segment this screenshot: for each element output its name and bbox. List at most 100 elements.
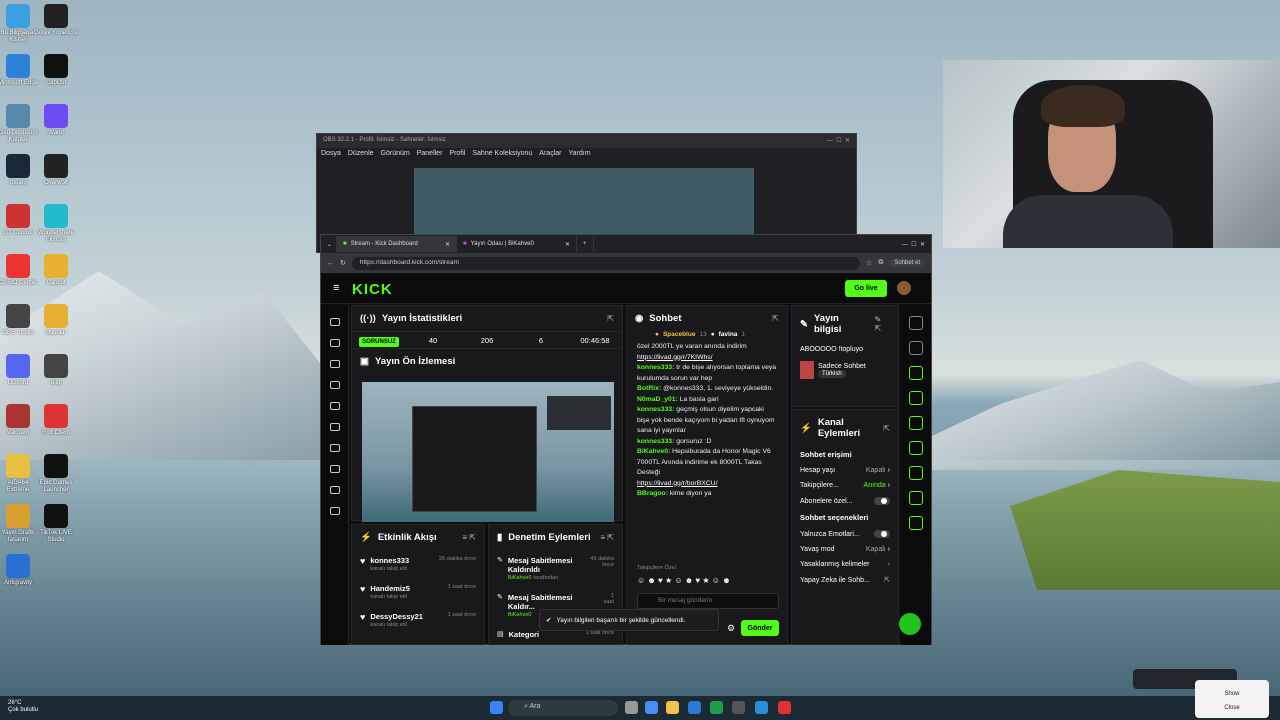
chat-username[interactable]: BotRix: (637, 385, 663, 392)
clipboard-icon[interactable] (909, 416, 923, 430)
chat-username[interactable]: BBragoo: (637, 490, 670, 497)
sidebar-link-icon[interactable] (329, 339, 340, 347)
pinned-user[interactable]: favina (719, 331, 738, 338)
obs-menu-item[interactable]: Sahne Koleksiyonu (472, 150, 532, 160)
chat-username[interactable]: BiKahve0: (637, 448, 672, 455)
sidebar-trophy-icon[interactable] (329, 402, 340, 410)
desktop-icon[interactable]: Wondershare Filmora (34, 204, 78, 244)
desktop-icon[interactable]: Wand (34, 104, 78, 137)
desktop-icon[interactable]: Capcut (34, 254, 78, 287)
right-sidebar[interactable] (901, 305, 931, 645)
obs-menu-item[interactable]: Düzenle (348, 150, 374, 160)
copilot-button[interactable]: Sohbet et (889, 259, 925, 267)
stream-preview[interactable] (362, 382, 614, 522)
sidebar-grid-icon[interactable] (329, 381, 340, 389)
show-option[interactable]: Show (1195, 687, 1269, 701)
obs-menu-item[interactable]: Yardım (568, 150, 590, 160)
filter-icon[interactable]: ≡ ⇱ (462, 533, 476, 542)
edge-icon[interactable] (755, 701, 768, 714)
task-view-icon[interactable] (625, 701, 638, 714)
desktop-icon[interactable]: Bilgi (34, 354, 78, 387)
toggle-switch[interactable] (874, 497, 890, 505)
popout-icon[interactable]: ⇱ (772, 314, 779, 323)
avatar[interactable] (897, 281, 911, 295)
emote-row[interactable]: ☺ ☻ ♥ ★ ☺ ☻ ♥ ★ ☺ ☻ (637, 576, 731, 585)
close-icon[interactable]: ✕ (445, 241, 450, 248)
bolt-icon[interactable] (909, 391, 923, 405)
support-button[interactable] (899, 613, 921, 635)
follower-name[interactable]: Handemiz5 (370, 584, 410, 593)
back-icon[interactable]: ← (327, 260, 334, 267)
star-icon[interactable]: ☆ (866, 259, 872, 267)
go-live-button[interactable]: Go live (845, 280, 887, 297)
sidebar-chat-icon[interactable] (329, 423, 340, 431)
chat-username[interactable]: konnes333: (637, 438, 676, 445)
sidebar-tools-icon[interactable] (329, 465, 340, 473)
app-icon[interactable] (778, 701, 791, 714)
chat-link[interactable]: https://livad.gg/r/7KIWhs/ (637, 354, 713, 361)
setting-row[interactable]: Yalnızca Emotlari... (792, 526, 898, 542)
hamburger-menu-icon[interactable]: ≡ (333, 282, 339, 294)
settings-icon[interactable]: ⚙ (727, 623, 735, 634)
file-explorer-icon[interactable] (666, 701, 679, 714)
popout-icon[interactable]: ⇱ (883, 424, 890, 433)
mod-by[interactable]: BiKahve0 (508, 612, 532, 618)
windows-start-icon[interactable] (490, 701, 503, 714)
excel-icon[interactable] (710, 701, 723, 714)
info-icon[interactable] (909, 316, 923, 330)
extensions-icon[interactable]: ⧉ (878, 259, 883, 267)
copilot-icon[interactable] (645, 701, 658, 714)
store-icon[interactable] (688, 701, 701, 714)
wrench-icon[interactable] (909, 516, 923, 530)
follower-name[interactable]: DessyDessy21 (370, 612, 423, 621)
sidebar-chart-icon[interactable] (329, 444, 340, 452)
tab-yayin-odasi[interactable]: ■ Yayın Odası | BiKahve0 ✕ (457, 236, 577, 252)
setting-row[interactable]: Hesap yaşı Kapalı › (792, 463, 898, 478)
kick-logo[interactable]: KICK (352, 281, 393, 298)
edit-icon[interactable] (909, 341, 923, 355)
follower-name[interactable]: konnes333 (370, 556, 409, 565)
broadcast-icon[interactable] (909, 466, 923, 480)
sidebar-stream-icon[interactable] (329, 318, 340, 326)
weather-widget[interactable]: 26°C Çok bulutlu (8, 700, 38, 714)
tab-strip[interactable]: ⌄ ■ Stream - Kick Dashboard ✕ ■ Yayın Odası… (321, 235, 931, 253)
filter-icon[interactable]: ≡ ⇱ (600, 533, 614, 542)
new-tab-button[interactable]: + (577, 236, 594, 252)
chat-username[interactable]: N0maD_y01: (637, 396, 680, 403)
url-field[interactable]: https://dashboard.kick.com/stream (351, 256, 861, 270)
tab-kick-dashboard[interactable]: ■ Stream - Kick Dashboard ✕ (337, 236, 457, 252)
list-icon[interactable] (909, 491, 923, 505)
desktop-icon[interactable]: Riot Client (34, 404, 78, 437)
desktop-icon[interactable]: TikTok LIVE Studio (34, 504, 78, 544)
chat-link[interactable]: https://livad.gg/r/borBXCU/ (637, 480, 717, 487)
obs-menu-item[interactable]: Profil (449, 150, 465, 160)
tab-menu-icon[interactable]: ⌄ (321, 236, 337, 252)
chat-input[interactable]: Bir mesaj gönderin (637, 593, 779, 609)
widget-icon[interactable] (909, 366, 923, 380)
popout-icon[interactable]: ⇱ (607, 314, 614, 323)
toggle-switch[interactable] (874, 530, 890, 538)
desktop-icon[interactable]: Epic Games Launcher (34, 454, 78, 494)
setting-row[interactable]: Yavaş mod Kapalı › (792, 542, 898, 557)
obs-menu-item[interactable]: Paneller (417, 150, 443, 160)
desktop-icon[interactable]: CapCut (34, 54, 78, 87)
chat-username[interactable]: konnes333: (637, 406, 676, 413)
desktop-icon[interactable]: Oyunlar (34, 304, 78, 337)
sidebar-video-icon[interactable] (329, 360, 340, 368)
close-option[interactable]: Close (1195, 701, 1269, 715)
desktop-icon[interactable]: Antigravity (0, 554, 40, 587)
window-controls[interactable]: — ☐ ✕ (827, 137, 850, 145)
setting-row[interactable]: Takipçilere... Anında › (792, 478, 898, 493)
obs-menu-item[interactable]: Dosya (321, 150, 341, 160)
browser-window[interactable]: ⌄ ■ Stream - Kick Dashboard ✕ ■ Yayın Odası… (320, 234, 932, 645)
pinned-user[interactable]: Spaceblue (663, 331, 696, 338)
obs-menu-item[interactable]: Görünüm (381, 150, 410, 160)
close-icon[interactable]: ✕ (565, 241, 570, 248)
setting-row[interactable]: Yasaklanmış kelimeler › (792, 557, 898, 572)
setting-row[interactable]: Yapay Zeka ile Sohb... ⇱ (792, 572, 898, 588)
reload-icon[interactable]: ↻ (340, 259, 346, 267)
left-sidebar[interactable] (321, 305, 349, 645)
address-bar[interactable]: ← ↻ https://dashboard.kick.com/stream ☆ … (321, 253, 931, 273)
chat-username[interactable]: konnes333: (637, 364, 676, 371)
taskbar-search[interactable]: ⌕ Ara (508, 700, 618, 716)
